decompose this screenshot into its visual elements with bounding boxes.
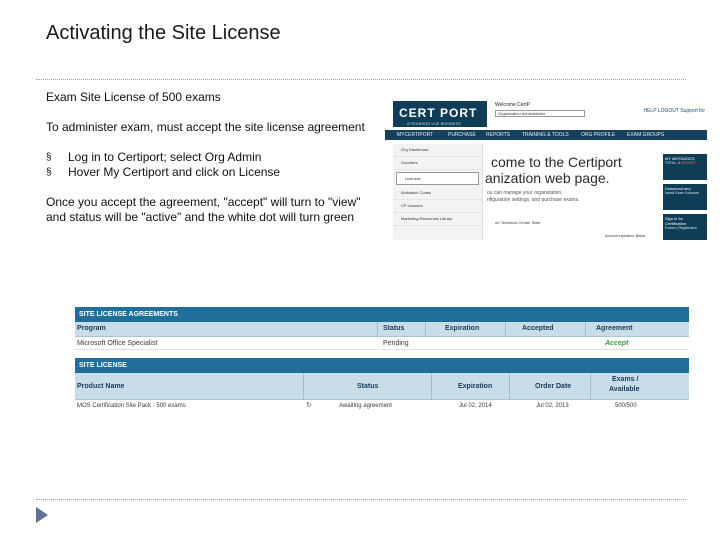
column-divider — [431, 373, 432, 400]
bullet-marker: § — [46, 167, 52, 178]
nav-exam-groups[interactable]: EXAM GROUPS — [627, 132, 664, 138]
slide-title: Activating the Site License — [46, 22, 281, 44]
logo-text: CERT PORT — [399, 106, 478, 120]
certiport-sidebar: Org Dashboard Vouchers Licenses Activati… — [393, 144, 483, 240]
column-divider — [505, 322, 506, 337]
col-status: Status — [383, 325, 405, 332]
messages-box[interactable]: MY MESSAGES TOTAL: 0 URGENT — [663, 154, 707, 180]
right-column: MY MESSAGES TOTAL: 0 URGENT Download and… — [663, 154, 707, 242]
box-title: Sign in for Certification — [665, 216, 687, 226]
site-license-title: SITE LICENSE — [75, 358, 689, 373]
sidebar-item-licenses[interactable]: Licenses — [396, 172, 479, 185]
next-arrow-icon[interactable] — [36, 507, 48, 523]
step-text: Hover My Certiport and click on License — [68, 165, 281, 179]
hero-heading-line2: anization web page. — [485, 170, 610, 186]
cell-order-date: Jul 02, 2013 — [536, 403, 569, 409]
cell-status: Pending — [383, 340, 409, 347]
column-divider — [425, 322, 426, 337]
step-text: Log in to Certiport; select Org Admin — [68, 150, 262, 164]
cell-product-name: MOS Certification Site Pack - 500 exams — [77, 403, 186, 409]
certiport-logo: CERT PORT A PEARSON VUE BUSINESS — [393, 101, 487, 127]
note-text: Once you accept the agreement, "accept" … — [46, 195, 361, 224]
agreements-header: Program Status Expiration Accepted Agree… — [75, 322, 689, 337]
col-expiration: Expiration — [458, 383, 493, 390]
column-divider — [509, 373, 510, 400]
hero-text-line1: ou can manage your organization, — [487, 190, 563, 196]
admin-text: To administer exam, must accept the site… — [46, 120, 365, 134]
intro-text: Exam Site License of 500 exams — [46, 90, 221, 104]
sidebar-item-org-dashboard[interactable]: Org Dashboard — [393, 144, 482, 157]
download-box[interactable]: Download and Install Exam Software — [663, 184, 707, 210]
box-sub: Install Exam Software — [665, 191, 699, 195]
sidebar-item-marketing[interactable]: Marketing Resources Library — [393, 213, 482, 226]
box-alert: URGENT — [680, 161, 696, 165]
certiport-header: CERT PORT A PEARSON VUE BUSINESS Welcome… — [385, 98, 707, 130]
list-item: § Hover My Certiport and click on License — [46, 165, 366, 180]
signin-box[interactable]: Sign in for Certification Exams | Regist… — [663, 214, 707, 240]
col-product-name: Product Name — [77, 383, 125, 390]
welcome-text: Welcome CertP — [495, 102, 530, 108]
column-divider — [303, 373, 304, 400]
steps-list: § Log in to Certiport; select Org Admin §… — [46, 150, 366, 180]
col-order-date: Order Date — [535, 383, 572, 390]
hero-text-line2: nfiguration settings, and purchase exams… — [487, 197, 580, 203]
slide-body: Exam Site License of 500 exams To admini… — [46, 90, 366, 225]
title-divider — [36, 79, 686, 80]
agreements-title: SITE LICENSE AGREEMENTS — [75, 307, 689, 322]
contact-link[interactable]: ort Technical Center Start — [495, 220, 540, 225]
nav-reports[interactable]: REPORTS — [486, 132, 510, 138]
box-sub: Exams | Registration — [665, 226, 698, 230]
col-accepted: Accepted — [522, 325, 554, 332]
role-select[interactable]: Organization Administrator — [495, 110, 585, 117]
column-divider — [585, 322, 586, 337]
sidebar-item-activation-codes[interactable]: Activation Codes — [393, 187, 482, 200]
bullet-marker: § — [46, 152, 52, 163]
list-item: § Log in to Certiport; select Org Admin — [46, 150, 366, 165]
site-license-header: Product Name Status Expiration Order Dat… — [75, 373, 689, 400]
nav-mycertiport[interactable]: MYCERTIPORT — [397, 132, 433, 138]
footer-divider — [36, 499, 686, 500]
hero-heading-line1: come to the Certiport — [491, 154, 622, 170]
table-gap — [75, 350, 689, 358]
sidebar-item-cp-lessons[interactable]: CP Lessons — [393, 200, 482, 213]
col-available: Available — [609, 386, 640, 393]
cell-program: Microsoft Office Specialist — [77, 340, 158, 347]
sidebar-item-vouchers[interactable]: Vouchers — [393, 157, 482, 170]
accept-link[interactable]: Accept — [605, 340, 628, 347]
column-divider — [590, 373, 591, 400]
refresh-icon: ↻ — [306, 402, 312, 409]
column-divider — [377, 322, 378, 337]
col-program: Program — [77, 325, 106, 332]
logo-tagline: A PEARSON VUE BUSINESS — [407, 121, 461, 126]
table-row: MOS Certification Site Pack - 500 exams … — [75, 400, 689, 412]
col-agreement: Agreement — [596, 325, 633, 332]
nav-training-tools[interactable]: TRAINING & TOOLS — [522, 132, 569, 138]
box-sub: TOTAL: 0 — [665, 161, 680, 165]
cell-available: 500/500 — [615, 403, 637, 409]
col-exams: Exams / — [612, 376, 639, 383]
cell-expiration: Jul 02, 2014 — [459, 403, 492, 409]
nav-purchase[interactable]: PURCHASE — [448, 132, 476, 138]
col-status: Status — [357, 383, 379, 390]
nav-org-profile[interactable]: ORG PROFILE — [581, 132, 615, 138]
account-footnote: Account expiration: Below — [605, 234, 646, 238]
top-links[interactable]: HELP LOGOUT Support for — [643, 108, 705, 114]
cell-status: Awaiting agreement — [339, 403, 392, 409]
table-row: Microsoft Office Specialist Pending Acce… — [75, 337, 689, 350]
certiport-nav: MYCERTIPORT PURCHASE REPORTS TRAINING & … — [385, 130, 707, 140]
license-tables: SITE LICENSE AGREEMENTS Program Status E… — [75, 307, 689, 416]
certiport-screenshot: CERT PORT A PEARSON VUE BUSINESS Welcome… — [385, 98, 707, 242]
col-expiration: Expiration — [445, 325, 480, 332]
